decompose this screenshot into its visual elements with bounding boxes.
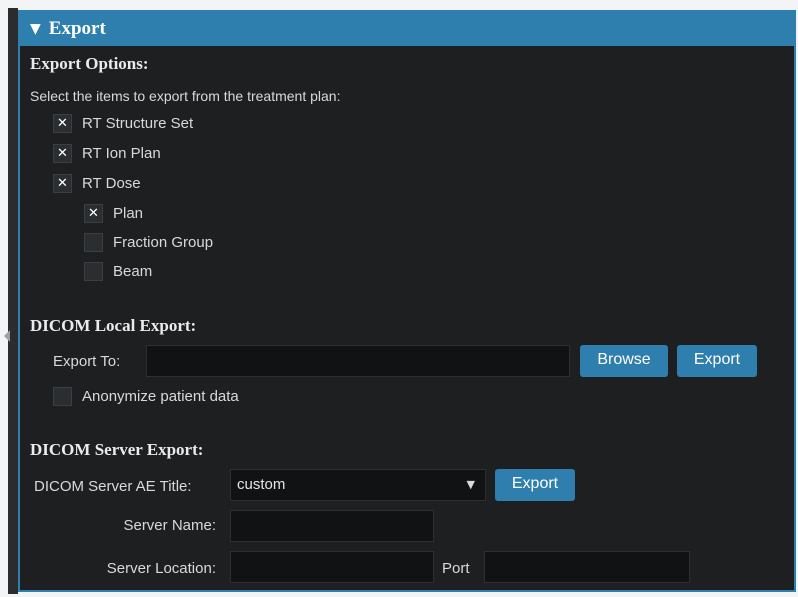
rt-dose-checkbox[interactable]: ✕ bbox=[53, 174, 72, 193]
dose-beam-checkbox[interactable] bbox=[84, 262, 103, 281]
export-panel-header[interactable]: ▼ Export bbox=[20, 12, 794, 46]
anonymize-checkbox[interactable] bbox=[53, 387, 72, 406]
rt-ion-plan-label: RT Ion Plan bbox=[82, 145, 161, 162]
collapse-triangle-icon[interactable]: ▼ bbox=[30, 21, 41, 37]
export-panel: ▼ Export Export Options: Select the item… bbox=[18, 10, 796, 592]
export-instruction: Select the items to export from the trea… bbox=[30, 88, 341, 104]
dose-fraction-group-label: Fraction Group bbox=[113, 234, 214, 251]
ae-title-select[interactable]: custom ▼ bbox=[230, 469, 486, 501]
anonymize-label: Anonymize patient data bbox=[82, 388, 239, 405]
dose-plan-label: Plan bbox=[113, 205, 144, 222]
server-export-title: DICOM Server Export: bbox=[30, 440, 204, 459]
server-export-button[interactable]: Export bbox=[495, 469, 575, 501]
export-options-title: Export Options: bbox=[30, 54, 149, 73]
server-location-label: Server Location: bbox=[106, 560, 216, 577]
rt-ion-plan-checkbox[interactable]: ✕ bbox=[53, 144, 72, 163]
rt-structure-set-checkbox[interactable]: ✕ bbox=[53, 114, 72, 133]
dose-plan-checkbox[interactable]: ✕ bbox=[84, 204, 103, 223]
left-edge-bar bbox=[8, 8, 18, 594]
dose-beam-label: Beam bbox=[113, 263, 153, 280]
rt-structure-set-label: RT Structure Set bbox=[82, 115, 194, 132]
server-name-input[interactable] bbox=[230, 510, 434, 542]
export-to-input[interactable] bbox=[146, 345, 570, 377]
port-label: Port bbox=[442, 560, 470, 577]
rt-dose-label: RT Dose bbox=[82, 175, 141, 192]
dose-fraction-group-checkbox[interactable] bbox=[84, 233, 103, 252]
server-name-label: Server Name: bbox=[123, 517, 216, 534]
local-export-button[interactable]: Export bbox=[677, 345, 757, 377]
export-to-label: Export To: bbox=[53, 353, 121, 370]
browse-button[interactable]: Browse bbox=[580, 345, 668, 377]
ae-title-value: custom bbox=[237, 476, 286, 493]
server-location-input[interactable] bbox=[230, 551, 434, 583]
local-export-title: DICOM Local Export: bbox=[30, 316, 197, 335]
port-input[interactable] bbox=[484, 551, 690, 583]
chevron-down-icon: ▼ bbox=[466, 478, 475, 491]
panel-title: Export bbox=[48, 18, 106, 39]
expand-handle-icon[interactable] bbox=[4, 330, 10, 342]
ae-title-label: DICOM Server AE Title: bbox=[34, 478, 192, 495]
